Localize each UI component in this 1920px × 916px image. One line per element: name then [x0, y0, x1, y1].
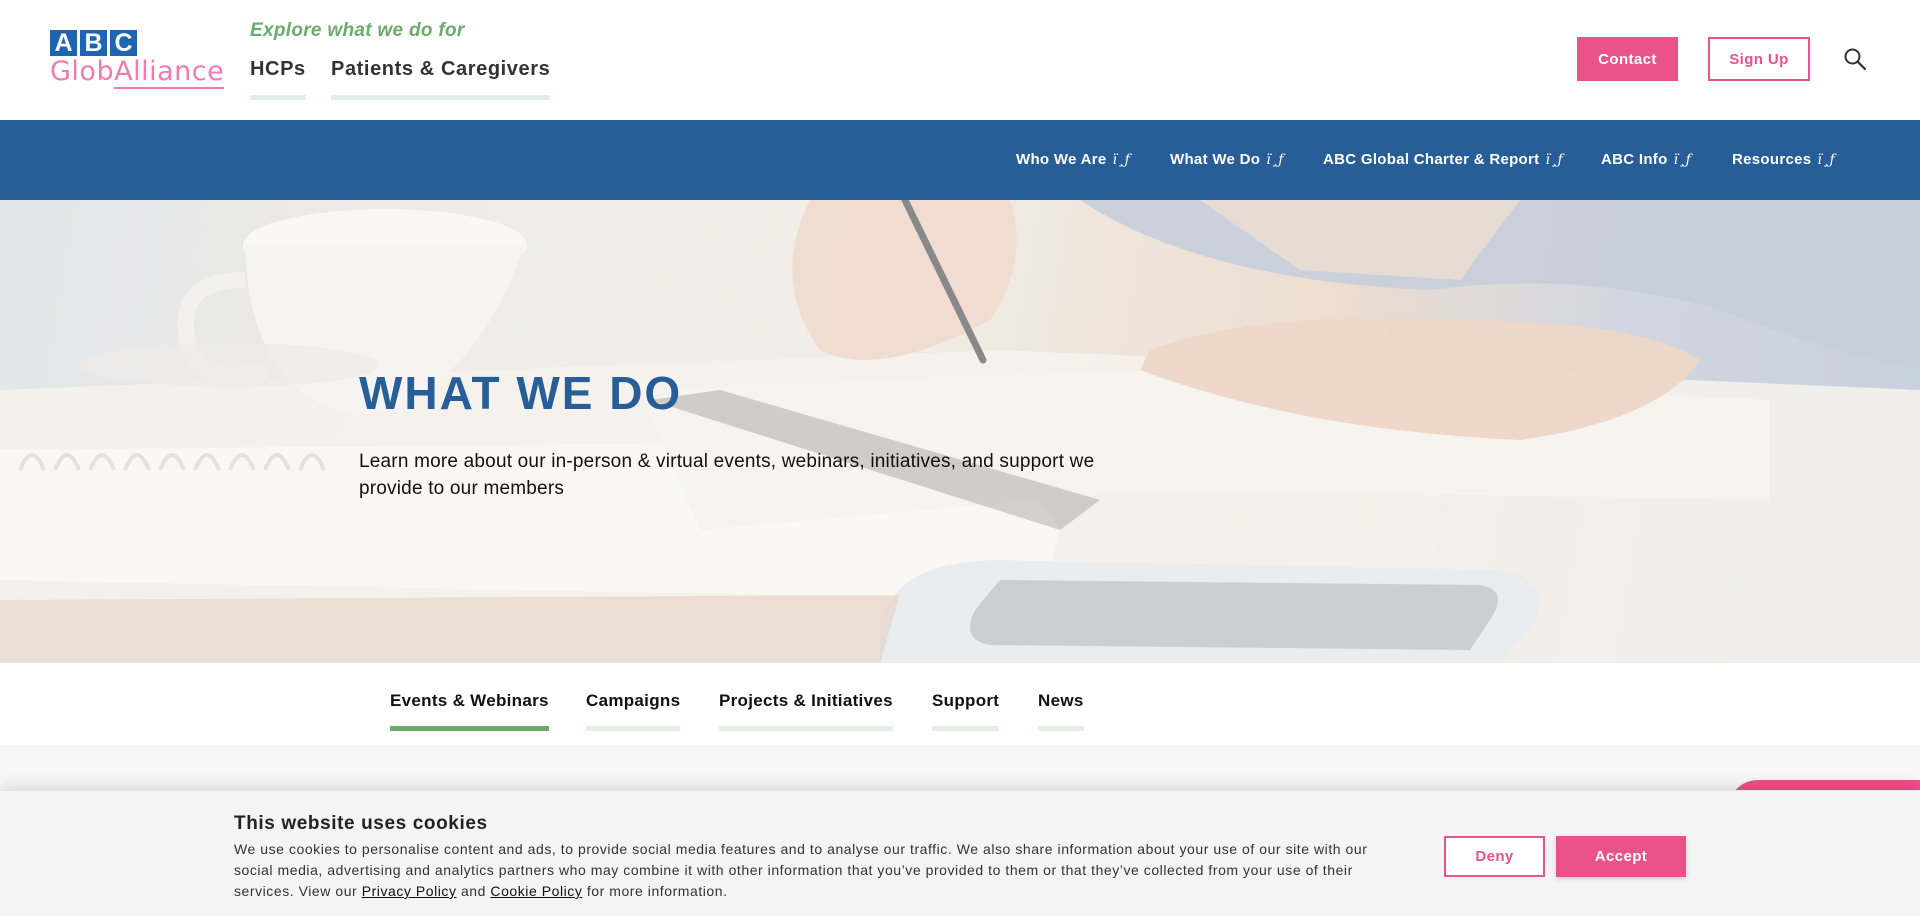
audience-tab-hcps[interactable]: HCPs	[250, 58, 306, 100]
signup-button[interactable]: Sign Up	[1708, 37, 1810, 81]
chevron-down-icon: ï¸ƒ	[1112, 152, 1131, 168]
chevron-down-icon: ï¸ƒ	[1673, 152, 1692, 168]
chevron-down-icon: ï¸ƒ	[1266, 152, 1284, 168]
logo-wordmark-part1: Glob	[50, 56, 115, 87]
nav-item-what-we-do[interactable]: What We Do ï¸ƒ	[1170, 151, 1284, 168]
nav-item-label: Who We Are	[1016, 151, 1107, 168]
chevron-down-icon: ï¸ƒ	[1817, 152, 1835, 168]
nav-item-who-we-are[interactable]: Who We Are ï¸ƒ	[1016, 151, 1130, 168]
nav-item-charter-report[interactable]: ABC Global Charter & Report ï¸ƒ	[1323, 151, 1563, 168]
logo-letter: C	[110, 30, 137, 56]
nav-item-label: Resources	[1732, 151, 1812, 168]
nav-item-label: ABC Global Charter & Report	[1323, 151, 1540, 168]
nav-item-label: What We Do	[1170, 151, 1261, 168]
nav-item-resources[interactable]: Resources ï¸ƒ	[1732, 151, 1835, 168]
cookie-banner-text: We use cookies to personalise content an…	[234, 839, 1394, 902]
nav-item-label: ABC Info	[1601, 151, 1668, 168]
accept-cookies-button[interactable]: Accept	[1556, 836, 1686, 877]
abc-global-alliance-logo[interactable]: A B C GlobAlliance	[50, 30, 225, 90]
cookie-text-end: for more information.	[582, 883, 728, 899]
tab-news[interactable]: News	[1038, 691, 1084, 731]
explore-label: Explore what we do for	[250, 20, 465, 41]
contact-button[interactable]: Contact	[1577, 37, 1678, 81]
cookie-policy-link[interactable]: Cookie Policy	[490, 883, 582, 899]
tab-projects-initiatives[interactable]: Projects & Initiatives	[719, 691, 893, 731]
main-nav: Who We Are ï¸ƒ What We Do ï¸ƒ ABC Global C…	[0, 120, 1920, 200]
cookie-text-and: and	[456, 883, 491, 899]
tab-support[interactable]: Support	[932, 691, 1000, 731]
deny-cookies-button[interactable]: Deny	[1444, 836, 1545, 877]
hero-background-image	[0, 200, 1920, 663]
audience-tab-patients-caregivers[interactable]: Patients & Caregivers	[331, 58, 551, 100]
page-title: WHAT WE DO	[359, 367, 683, 419]
hero-banner: WHAT WE DO Learn more about our in-perso…	[0, 200, 1920, 663]
logo-wordmark-part2: Alliance	[114, 56, 225, 89]
logo-wordmark: GlobAlliance	[50, 56, 225, 89]
cookie-banner-title: This website uses cookies	[234, 813, 488, 834]
privacy-policy-link[interactable]: Privacy Policy	[362, 883, 457, 899]
logo-letter: A	[50, 30, 77, 56]
nav-item-abc-info[interactable]: ABC Info ï¸ƒ	[1601, 151, 1691, 168]
site-header: A B C GlobAlliance Explore what we do fo…	[0, 0, 1920, 120]
tab-events-webinars[interactable]: Events & Webinars	[390, 691, 549, 731]
search-icon[interactable]	[1843, 47, 1867, 71]
logo-letter: B	[80, 30, 107, 56]
hero-subtitle: Learn more about our in-person & virtual…	[359, 451, 1095, 499]
tab-campaigns[interactable]: Campaigns	[586, 691, 681, 731]
chevron-down-icon: ï¸ƒ	[1545, 152, 1564, 168]
cookie-banner: This website uses cookies We use cookies…	[0, 790, 1920, 916]
logo-abc-letters: A B C	[50, 30, 212, 56]
section-tabs: Events & Webinars Campaigns Projects & I…	[0, 663, 1920, 745]
